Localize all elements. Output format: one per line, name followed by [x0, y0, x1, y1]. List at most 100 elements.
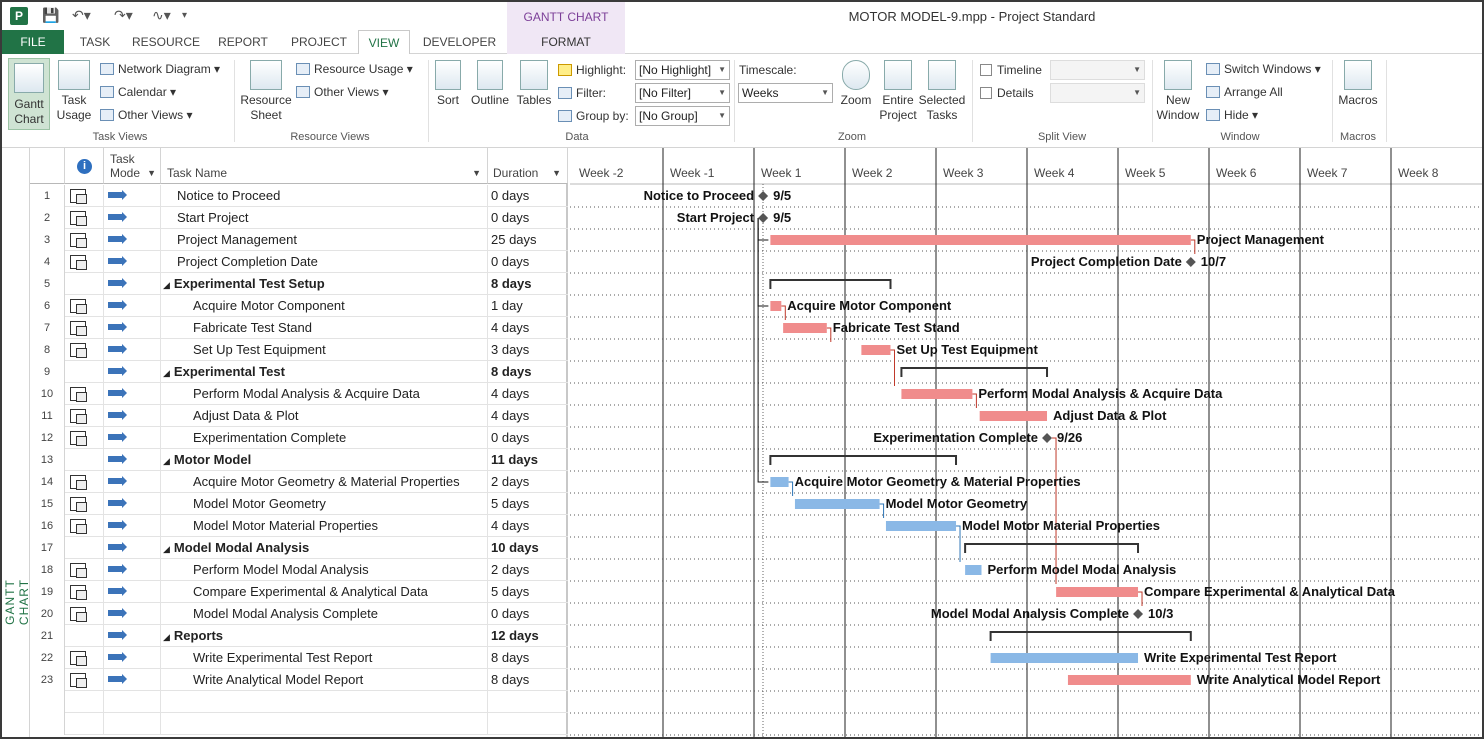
task-mode-cell[interactable]	[104, 273, 161, 295]
duration-cell[interactable]: 8 days	[488, 669, 568, 691]
other-task-views-button[interactable]: Other Views ▾	[100, 108, 193, 123]
duration-cell[interactable]: 8 days	[488, 647, 568, 669]
task-mode-cell[interactable]	[104, 251, 161, 273]
task-mode-cell[interactable]	[104, 669, 161, 691]
tab-project[interactable]: PROJECT	[280, 30, 358, 54]
task-mode-cell[interactable]	[104, 295, 161, 317]
duration-cell[interactable]: 5 days	[488, 581, 568, 603]
task-mode-cell[interactable]	[104, 471, 161, 493]
row-id[interactable]: 1	[30, 185, 65, 207]
row-id[interactable]: 6	[30, 295, 65, 317]
task-mode-cell[interactable]	[104, 427, 161, 449]
task-usage-button[interactable]: Task Usage	[52, 60, 96, 123]
row-id[interactable]: 12	[30, 427, 65, 449]
task-mode-cell[interactable]	[104, 339, 161, 361]
duration-column-header[interactable]: Duration ▼	[488, 148, 568, 184]
outline-button[interactable]: Outline	[468, 60, 512, 108]
filter-dropdown[interactable]: [No Filter] ▼	[635, 83, 730, 103]
tab-task[interactable]: TASK	[64, 30, 126, 54]
row-id[interactable]: 17	[30, 537, 65, 559]
collapse-triangle-icon[interactable]: ◢	[163, 544, 170, 554]
row-id[interactable]: 20	[30, 603, 65, 625]
new-window-button[interactable]: New Window	[1154, 60, 1202, 123]
row-id[interactable]: 21	[30, 625, 65, 647]
task-name-cell[interactable]: Start Project	[161, 207, 488, 229]
duration-cell[interactable]: 4 days	[488, 317, 568, 339]
duration-cell[interactable]	[488, 691, 568, 713]
task-mode-column-header[interactable]: Task Mode ▼	[104, 148, 161, 184]
duration-cell[interactable]: 8 days	[488, 273, 568, 295]
duration-cell[interactable]: 4 days	[488, 383, 568, 405]
table-row[interactable]: 23 Write Analytical Model Report 8 days	[30, 669, 568, 691]
sort-button[interactable]: Sort	[432, 60, 464, 108]
tab-resource[interactable]: RESOURCE	[126, 30, 206, 54]
tab-format[interactable]: FORMAT	[507, 30, 625, 54]
duration-cell[interactable]: 12 days	[488, 625, 568, 647]
task-name-cell[interactable]: Acquire Motor Component	[161, 295, 488, 317]
row-id[interactable]: 9	[30, 361, 65, 383]
task-name-cell[interactable]	[161, 691, 488, 713]
row-id[interactable]: 7	[30, 317, 65, 339]
task-mode-cell[interactable]	[104, 229, 161, 251]
duration-cell[interactable]: 10 days	[488, 537, 568, 559]
row-id[interactable]: 23	[30, 669, 65, 691]
row-id[interactable]: 16	[30, 515, 65, 537]
table-row[interactable]: 22 Write Experimental Test Report 8 days	[30, 647, 568, 669]
task-name-cell[interactable]: ◢ Reports	[161, 625, 488, 647]
tab-developer[interactable]: DEVELOPER	[412, 30, 507, 54]
task-name-cell[interactable]: Set Up Test Equipment	[161, 339, 488, 361]
task-mode-cell[interactable]	[104, 405, 161, 427]
table-row[interactable]: 19 Compare Experimental & Analytical Data…	[30, 581, 568, 603]
collapse-triangle-icon[interactable]: ◢	[163, 368, 170, 378]
task-mode-cell[interactable]	[104, 449, 161, 471]
task-name-cell[interactable]: ◢ Experimental Test	[161, 361, 488, 383]
task-name-cell[interactable]: Write Experimental Test Report	[161, 647, 488, 669]
row-id[interactable]: 2	[30, 207, 65, 229]
tab-file[interactable]: FILE	[2, 30, 64, 54]
task-mode-cell[interactable]	[104, 603, 161, 625]
row-id[interactable]: 13	[30, 449, 65, 471]
calendar-button[interactable]: Calendar ▾	[100, 85, 176, 100]
duration-cell[interactable]: 2 days	[488, 559, 568, 581]
task-name-cell[interactable]: ◢ Motor Model	[161, 449, 488, 471]
switch-windows-button[interactable]: Switch Windows ▾	[1206, 62, 1321, 77]
task-name-cell[interactable]: Perform Model Modal Analysis	[161, 559, 488, 581]
undo-icon[interactable]: ↶▾	[72, 7, 91, 24]
table-row[interactable]: 13 ◢ Motor Model 11 days	[30, 449, 568, 471]
table-row[interactable]: 9 ◢ Experimental Test 8 days	[30, 361, 568, 383]
duration-cell[interactable]: 0 days	[488, 427, 568, 449]
duration-cell[interactable]: 11 days	[488, 449, 568, 471]
tab-report[interactable]: REPORT	[206, 30, 280, 54]
duration-cell[interactable]: 0 days	[488, 603, 568, 625]
task-name-column-header[interactable]: Task Name ▼	[161, 148, 488, 184]
table-row[interactable]: 10 Perform Modal Analysis & Acquire Data 4…	[30, 383, 568, 405]
network-diagram-button[interactable]: Network Diagram ▾	[100, 62, 220, 77]
task-name-cell[interactable]: ◢ Model Modal Analysis	[161, 537, 488, 559]
row-id[interactable]: 5	[30, 273, 65, 295]
duration-cell[interactable]: 3 days	[488, 339, 568, 361]
arrange-all-button[interactable]: Arrange All	[1206, 85, 1283, 100]
task-name-cell[interactable]: Write Analytical Model Report	[161, 669, 488, 691]
table-row[interactable]: 8 Set Up Test Equipment 3 days	[30, 339, 568, 361]
task-mode-cell[interactable]	[104, 317, 161, 339]
table-row[interactable]: 2 Start Project 0 days	[30, 207, 568, 229]
task-name-cell[interactable]: Model Motor Material Properties	[161, 515, 488, 537]
task-name-cell[interactable]: Experimentation Complete	[161, 427, 488, 449]
timeline-checkbox[interactable]: Timeline	[980, 63, 1042, 78]
tables-button[interactable]: Tables	[514, 60, 554, 108]
row-id[interactable]: 4	[30, 251, 65, 273]
row-id[interactable]	[30, 713, 65, 735]
task-mode-cell[interactable]	[104, 383, 161, 405]
resource-usage-button[interactable]: Resource Usage ▾	[296, 62, 413, 77]
row-id[interactable]: 22	[30, 647, 65, 669]
highlight-dropdown[interactable]: [No Highlight] ▼	[635, 60, 730, 80]
details-checkbox[interactable]: Details	[980, 86, 1034, 101]
task-mode-cell[interactable]	[104, 493, 161, 515]
table-row[interactable]: 7 Fabricate Test Stand 4 days	[30, 317, 568, 339]
duration-cell[interactable]: 0 days	[488, 251, 568, 273]
task-name-cell[interactable]	[161, 713, 488, 735]
collapse-triangle-icon[interactable]: ◢	[163, 456, 170, 466]
task-name-cell[interactable]: Perform Modal Analysis & Acquire Data	[161, 383, 488, 405]
row-id[interactable]: 10	[30, 383, 65, 405]
empty-row[interactable]	[30, 713, 568, 735]
